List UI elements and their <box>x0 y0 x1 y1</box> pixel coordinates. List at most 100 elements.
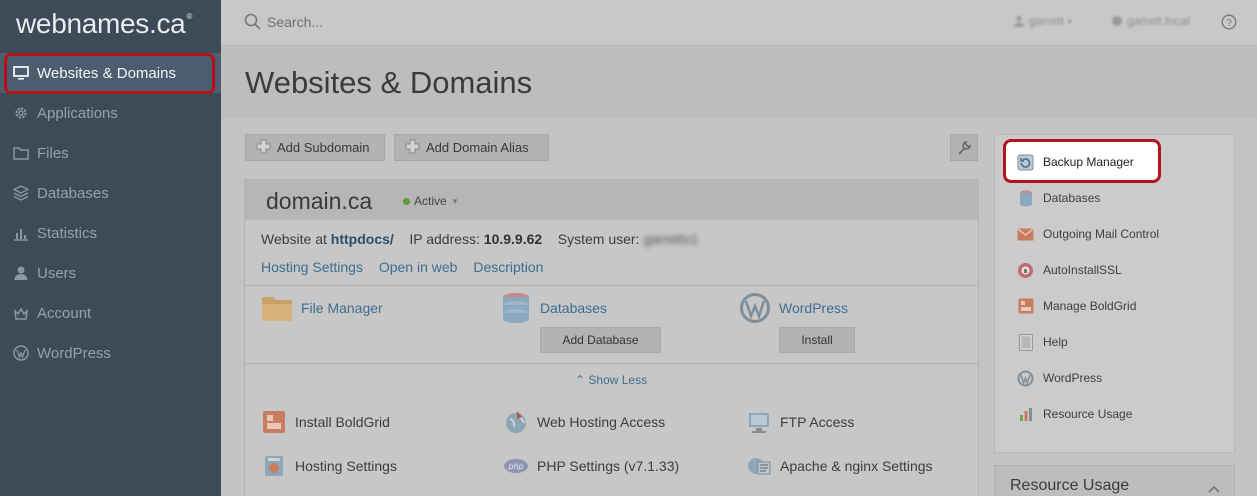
install-boldgrid-label: Install BoldGrid <box>295 414 390 430</box>
website-root-link[interactable]: httpdocs/ <box>331 231 394 247</box>
server-name: garrett.local <box>1127 14 1190 28</box>
ip-value: 10.9.9.62 <box>483 231 543 247</box>
hosting-settings-link[interactable]: Hosting Settings <box>261 259 363 275</box>
sidebar-item-databases[interactable]: Databases <box>0 173 221 213</box>
wordpress-tool[interactable]: WordPress <box>739 292 848 324</box>
sidebar-item-users[interactable]: Users <box>0 253 221 293</box>
bar-chart-icon <box>1017 406 1034 423</box>
outgoing-mail-control-label: Outgoing Mail Control <box>1043 227 1160 241</box>
sidebar-item-account[interactable]: Account <box>0 293 221 333</box>
chevron-down-icon: ▾ <box>1067 16 1072 26</box>
top-bar: garrett ▾ garrett.local ? <box>221 0 1257 46</box>
wrench-icon[interactable] <box>950 134 978 161</box>
resource-usage-link[interactable]: Resource Usage <box>1017 404 1132 424</box>
outgoing-mail-control-link[interactable]: Outgoing Mail Control <box>1017 224 1159 244</box>
sidebar-item-wordpress[interactable]: WordPress <box>0 333 221 373</box>
install-boldgrid-tool[interactable]: Install BoldGrid <box>261 409 390 435</box>
sidebar-item-label: Files <box>37 144 69 162</box>
domain-info: Website at httpdocs/ IP address: 10.9.9.… <box>261 231 699 247</box>
sidebar-item-label: Databases <box>37 184 109 202</box>
ftp-access-tool[interactable]: FTP Access <box>746 409 854 435</box>
search-icon <box>244 13 261 35</box>
apache-nginx-icon <box>746 453 772 479</box>
help-icon[interactable]: ? <box>1221 14 1237 35</box>
sidebar-item-label: WordPress <box>37 344 111 362</box>
domain-name[interactable]: domain.ca <box>266 188 372 215</box>
user-name: garrett <box>1029 14 1064 28</box>
sidebar-item-label: Account <box>37 304 92 322</box>
status-badge[interactable]: Active ▾ <box>403 194 457 208</box>
databases-tool[interactable]: Databases <box>500 292 607 324</box>
sidebar-item-label: Statistics <box>37 224 98 242</box>
file-manager-tool[interactable]: File Manager <box>261 292 383 324</box>
user-icon <box>1014 15 1024 27</box>
sidebar-item-applications[interactable]: Applications <box>0 93 221 133</box>
divider <box>245 363 978 364</box>
mail-icon <box>1017 226 1034 243</box>
description-link[interactable]: Description <box>473 259 543 275</box>
hosting-settings-label: Hosting Settings <box>295 458 397 474</box>
databases-link[interactable]: Databases <box>540 300 607 316</box>
wordpress-link[interactable]: WordPress <box>779 300 848 316</box>
user-icon <box>13 265 29 281</box>
php-settings-tool[interactable]: php PHP Settings (v7.1.33) <box>503 453 679 479</box>
file-manager-link[interactable]: File Manager <box>301 300 383 316</box>
globe-icon <box>1112 16 1122 26</box>
autoinstallssl-label: AutoInstallSSL <box>1043 263 1122 277</box>
add-domain-alias-button[interactable]: Add Domain Alias <box>394 134 549 161</box>
user-menu[interactable]: garrett ▾ <box>1013 14 1072 28</box>
manage-boldgrid-label: Manage BoldGrid <box>1043 299 1137 313</box>
boldgrid-icon <box>1017 298 1034 315</box>
autoinstallssl-link[interactable]: AutoInstallSSL <box>1017 260 1122 280</box>
wordpress-link[interactable]: WordPress <box>1017 368 1102 388</box>
help-link[interactable]: Help <box>1017 332 1068 352</box>
highlight-frame <box>4 53 215 94</box>
system-user-label: System user: <box>557 231 640 247</box>
sidebar-item-label: Applications <box>37 104 118 122</box>
sidebar-item-statistics[interactable]: Statistics <box>0 213 221 253</box>
plus-icon <box>256 139 271 157</box>
svg-text:php: php <box>507 462 523 471</box>
add-domain-alias-label: Add Domain Alias <box>426 140 529 155</box>
add-subdomain-button[interactable]: Add Subdomain <box>245 134 385 161</box>
apache-nginx-settings-tool[interactable]: Apache & nginx Settings <box>746 453 933 479</box>
web-hosting-access-tool[interactable]: Web Hosting Access <box>503 409 665 435</box>
databases-link[interactable]: Databases <box>1017 188 1100 208</box>
hosting-settings-tool[interactable]: Hosting Settings <box>261 453 397 479</box>
wordpress-icon <box>13 345 29 361</box>
search-input[interactable] <box>267 11 667 33</box>
help-doc-icon <box>1017 333 1034 351</box>
databases-label: Databases <box>1043 191 1101 205</box>
resource-usage-panel[interactable]: Resource Usage <box>994 465 1235 496</box>
sidebar-item-files[interactable]: Files <box>0 133 221 173</box>
title-band: Websites & Domains <box>221 47 1257 119</box>
wordpress-icon <box>1017 370 1034 387</box>
bar-chart-icon <box>13 225 29 241</box>
database-icon <box>1017 190 1034 207</box>
backup-manager-link[interactable]: Backup Manager <box>1017 152 1134 172</box>
php-icon: php <box>503 453 529 479</box>
resource-usage-title: Resource Usage <box>1010 477 1130 494</box>
sidebar-item-label: Users <box>37 264 77 282</box>
server-menu[interactable]: garrett.local <box>1111 14 1190 28</box>
ftp-icon <box>746 409 772 435</box>
chevron-up-icon[interactable] <box>1208 480 1220 496</box>
boldgrid-icon <box>261 409 287 435</box>
add-database-button[interactable]: Add Database <box>540 327 661 353</box>
status-label: Active <box>414 194 447 208</box>
install-button[interactable]: Install <box>779 327 855 353</box>
add-subdomain-label: Add Subdomain <box>277 140 370 155</box>
domain-card: domain.ca Active ▾ Website at httpdocs/ … <box>244 179 979 496</box>
open-in-web-link[interactable]: Open in web <box>379 259 458 275</box>
database-icon <box>500 292 532 324</box>
show-less-label: Show Less <box>588 373 648 387</box>
ip-label: IP address: <box>409 231 480 247</box>
chevron-down-icon: ▾ <box>452 195 458 206</box>
help-label: Help <box>1043 335 1068 349</box>
brand-logo[interactable]: webnames.ca® <box>0 0 221 46</box>
account-icon <box>13 305 29 321</box>
manage-boldgrid-link[interactable]: Manage BoldGrid <box>1017 296 1136 316</box>
web-hosting-access-label: Web Hosting Access <box>537 414 666 430</box>
folder-icon <box>261 292 293 324</box>
show-less-link[interactable]: ⌃ Show Less <box>575 373 647 387</box>
